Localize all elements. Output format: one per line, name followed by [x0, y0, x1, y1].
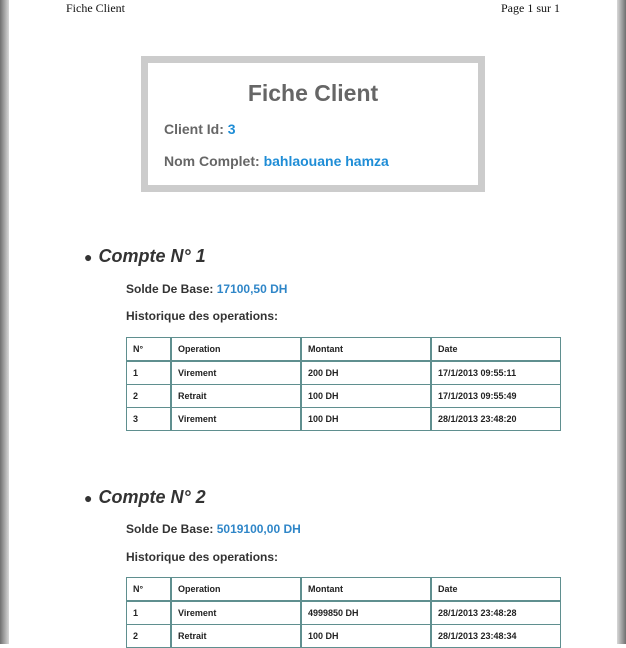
cell-number: 2 — [126, 384, 172, 408]
cell-operation: Retrait — [170, 384, 302, 408]
column-header-amount: Montant — [300, 577, 432, 602]
column-header-number: N° — [126, 577, 172, 602]
page-header-title: Fiche Client — [66, 1, 125, 15]
balance-label: Solde De Base: — [126, 522, 214, 536]
cell-number: 1 — [126, 360, 172, 385]
viewer-edge-right — [617, 0, 626, 644]
full-name-label: Nom Complet: — [164, 153, 260, 169]
operations-table: N° Operation Montant Date 1 Virement 200… — [126, 337, 561, 431]
table-row: 1 Virement 200 DH 17/1/2013 09:55:11 — [126, 360, 561, 385]
account-heading-text: Compte N° 1 — [98, 246, 206, 266]
table-row: 1 Virement 4999850 DH 28/1/2013 23:48:28 — [126, 600, 561, 625]
cell-number: 2 — [126, 624, 172, 648]
cell-amount: 100 DH — [300, 624, 432, 648]
balance-label: Solde De Base: — [126, 282, 214, 296]
cell-operation: Virement — [170, 360, 302, 385]
cell-date: 28/1/2013 23:48:20 — [430, 407, 561, 431]
column-header-operation: Operation — [170, 337, 302, 362]
full-name-value: bahlaouane hamza — [263, 153, 389, 169]
cell-date: 28/1/2013 23:48:28 — [430, 600, 561, 625]
table-row: 3 Virement 100 DH 28/1/2013 23:48:20 — [126, 407, 561, 431]
bullet-icon: ● — [84, 249, 93, 265]
cell-operation: Virement — [170, 407, 302, 431]
history-label: Historique des operations: — [126, 309, 279, 323]
document-title: Fiche Client — [247, 80, 379, 106]
column-header-date: Date — [430, 337, 561, 362]
page-header: Fiche Client Page 1 sur 1 — [66, 1, 560, 17]
column-header-date: Date — [430, 577, 561, 602]
client-id-label: Client Id: — [164, 121, 224, 137]
table-row: 2 Retrait 100 DH 28/1/2013 23:48:34 — [126, 624, 561, 648]
cell-number: 1 — [126, 600, 172, 625]
cell-date: 28/1/2013 23:48:34 — [430, 624, 561, 648]
history-label: Historique des operations: — [126, 550, 279, 564]
viewer-edge-left — [0, 0, 9, 644]
account-balance: Solde De Base: 5019100,00 DH — [126, 522, 301, 536]
cell-date: 17/1/2013 09:55:49 — [430, 384, 561, 408]
bullet-icon: ● — [84, 490, 93, 506]
table-header-row: N° Operation Montant Date — [126, 577, 561, 602]
column-header-operation: Operation — [170, 577, 302, 602]
cell-amount: 4999850 DH — [300, 600, 432, 625]
cell-amount: 200 DH — [300, 360, 432, 385]
balance-value: 17100,50 DH — [216, 282, 288, 296]
cell-date: 17/1/2013 09:55:11 — [430, 360, 561, 385]
cell-amount: 100 DH — [300, 384, 432, 408]
cell-operation: Virement — [170, 600, 302, 625]
cell-operation: Retrait — [170, 624, 302, 648]
cell-number: 3 — [126, 407, 172, 431]
operations-table: N° Operation Montant Date 1 Virement 499… — [126, 577, 561, 648]
account-balance: Solde De Base: 17100,50 DH — [126, 282, 287, 296]
client-id-field: Client Id: 3 — [164, 121, 236, 137]
account-heading: ● Compte N° 1 — [84, 246, 206, 267]
account-heading: ● Compte N° 2 — [84, 487, 206, 508]
column-header-amount: Montant — [300, 337, 432, 362]
balance-value: 5019100,00 DH — [216, 522, 301, 536]
page-number: Page 1 sur 1 — [501, 1, 560, 15]
cell-amount: 100 DH — [300, 407, 432, 431]
client-id-value: 3 — [227, 121, 236, 137]
account-heading-text: Compte N° 2 — [98, 487, 206, 507]
full-name-field: Nom Complet: bahlaouane hamza — [164, 153, 389, 169]
client-header-box: Fiche Client Client Id: 3 Nom Complet: b… — [141, 56, 485, 192]
column-header-number: N° — [126, 337, 172, 362]
table-header-row: N° Operation Montant Date — [126, 337, 561, 362]
table-row: 2 Retrait 100 DH 17/1/2013 09:55:49 — [126, 384, 561, 408]
